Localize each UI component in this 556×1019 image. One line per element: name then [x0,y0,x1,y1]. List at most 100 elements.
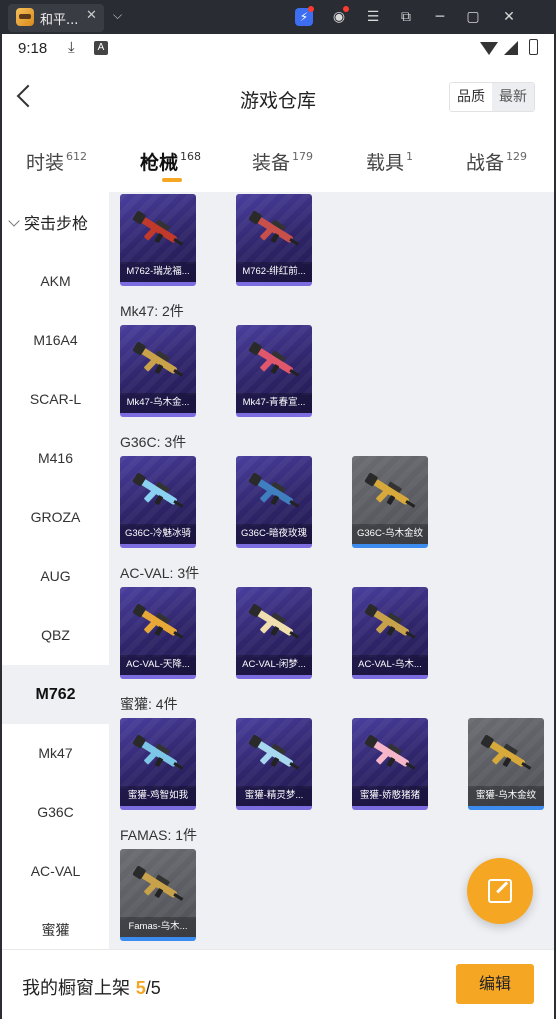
tab-firearms[interactable]: 枪械 168 [140,148,201,175]
weapon-skin-card[interactable]: 蜜獾-精灵梦... [236,718,312,810]
group-title: G36C: 3件 [120,434,187,450]
weapon-image [360,601,420,647]
notification-dot [343,6,349,12]
status-time: 9:18 [18,40,48,57]
weapon-skin-card[interactable]: M762-绯红前... [236,194,312,286]
weapon-skin-name: G36C-冷魅冰骑 [120,524,196,544]
weapon-grid: M762-瑞龙福... M762-绯红前... Mk47: 2件 Mk47-乌木金… [109,192,554,949]
weapon-skin-name: G36C-乌木金纹 [352,524,428,544]
app-icon [16,8,34,26]
sidebar-item[interactable]: 蜜獾 [2,901,109,949]
weapon-skin-name: Famas-乌木... [120,917,196,937]
share-icon [488,879,512,903]
group-title: AC-VAL: 3件 [120,565,200,581]
page-header: 游戏仓库 品质 最新 [2,64,554,132]
sidebar-item[interactable]: AC-VAL [2,842,109,901]
notification-dot [308,6,314,12]
app-tab-label: 和平... [40,13,79,28]
sidebar-item[interactable]: Mk47 [2,724,109,783]
sidebar-item[interactable]: M762 [2,665,109,724]
maximize-icon[interactable]: ▢ [464,8,482,26]
share-button[interactable] [467,858,533,924]
weapon-image [128,601,188,647]
weapon-skin-name: 蜜獾-鸡智如我 [120,786,196,806]
weapon-skin-card[interactable]: Mk47-青春宣... [236,325,312,417]
weapon-skin-card[interactable]: G36C-冷魅冰骑 [120,456,196,548]
weapon-image [128,339,188,385]
weapon-image [360,732,420,778]
close-window-icon[interactable]: ✕ [500,8,518,26]
weapon-skin-card[interactable]: G36C-暗夜玫瑰 [236,456,312,548]
wifi-icon [480,42,498,55]
weapon-skin-card[interactable]: AC-VAL-乌木... [352,587,428,679]
weapon-image [244,732,304,778]
sort-newest-option[interactable]: 最新 [492,83,534,111]
weapon-skin-name: M762-瑞龙福... [120,262,196,282]
sidebar-item[interactable]: QBZ [2,606,109,665]
sidebar-item[interactable]: GROZA [2,488,109,547]
weapon-image [244,601,304,647]
sidebar-item[interactable]: AUG [2,547,109,606]
bottom-bar: 我的橱窗上架 5/5 编辑 [2,949,554,1019]
sidebar-item[interactable]: G36C [2,783,109,842]
weapon-skin-card[interactable]: AC-VAL-闲梦... [236,587,312,679]
chevron-down-icon [8,215,20,227]
weapon-image [476,732,536,778]
sort-toggle: 品质 最新 [449,82,535,112]
status-bar: 9:18 ⤓ A [2,34,554,64]
weapon-skin-name: G36C-暗夜玫瑰 [236,524,312,544]
sidebar-item[interactable]: SCAR-L [2,370,109,429]
weapon-skin-name: M762-绯红前... [236,262,312,282]
tab-close-icon[interactable]: ✕ [86,8,97,23]
weapon-skin-card[interactable]: G36C-乌木金纹 [352,456,428,548]
weapon-image [128,208,188,254]
sidebar-category-header[interactable]: 突击步枪 [8,210,88,234]
weapon-skin-card[interactable]: 蜜獾-乌木金纹 [468,718,544,810]
weapon-image [244,470,304,516]
tab-battle-prep[interactable]: 战备 129 [466,148,527,175]
weapon-image [244,339,304,385]
weapon-image [244,208,304,254]
sidebar-item[interactable]: M16A4 [2,311,109,370]
tab-dropdown-icon[interactable]: ⌵ [113,8,122,23]
picture-in-picture-icon[interactable]: ⧉ [397,8,415,26]
weapon-skin-card[interactable]: Famas-乌木... [120,849,196,941]
emulator-titlebar: 和平... ✕ ⌵ ⚡ ◉ ☰ ⧉ ─ ▢ ✕ [0,0,556,34]
weapon-skin-name: AC-VAL-乌木... [352,655,428,675]
sort-quality-option[interactable]: 品质 [450,83,492,111]
weapon-image [128,732,188,778]
tab-fashion[interactable]: 时装 612 [26,148,87,175]
weapon-skin-name: AC-VAL-闲梦... [236,655,312,675]
tab-vehicles[interactable]: 载具 1 [366,148,413,175]
weapon-skin-card[interactable]: 蜜獾-鸡智如我 [120,718,196,810]
menu-icon[interactable]: ☰ [364,8,382,26]
active-tab-indicator [162,178,182,182]
weapon-skin-name: 蜜獾-精灵梦... [236,786,312,806]
weapon-image [128,863,188,909]
group-title: FAMAS: 1件 [120,827,198,843]
edit-button[interactable]: 编辑 [456,964,534,1004]
signal-icon [504,41,518,55]
group-title: Mk47: 2件 [120,303,184,319]
battery-icon [529,39,538,55]
phone-screen: 9:18 ⤓ A 游戏仓库 品质 最新 时装 612 枪械 168 装备 179 载具… [2,34,554,1019]
category-tabs: 时装 612 枪械 168 装备 179 载具 1 战备 129 [2,132,554,192]
showcase-label: 我的橱窗上架 5/5 [22,978,161,999]
weapon-skin-name: 蜜獾-乌木金纹 [468,786,544,806]
weapon-skin-name: 蜜獾-娇憨猪猪 [352,786,428,806]
sidebar-item[interactable]: AKM [2,252,109,311]
weapon-skin-name: Mk47-青春宣... [236,393,312,413]
weapon-skin-card[interactable]: 蜜獾-娇憨猪猪 [352,718,428,810]
download-icon: ⤓ [68,38,75,56]
weapon-skin-name: Mk47-乌木金... [120,393,196,413]
weapon-skin-card[interactable]: M762-瑞龙福... [120,194,196,286]
accessibility-icon: A [94,41,108,55]
weapon-image [360,470,420,516]
weapon-skin-card[interactable]: AC-VAL-天降... [120,587,196,679]
weapon-skin-card[interactable]: Mk47-乌木金... [120,325,196,417]
tab-equipment[interactable]: 装备 179 [252,148,313,175]
weapon-image [128,470,188,516]
showcase-count: 5/5 [135,978,161,998]
minimize-icon[interactable]: ─ [431,8,449,26]
sidebar-item[interactable]: M416 [2,429,109,488]
